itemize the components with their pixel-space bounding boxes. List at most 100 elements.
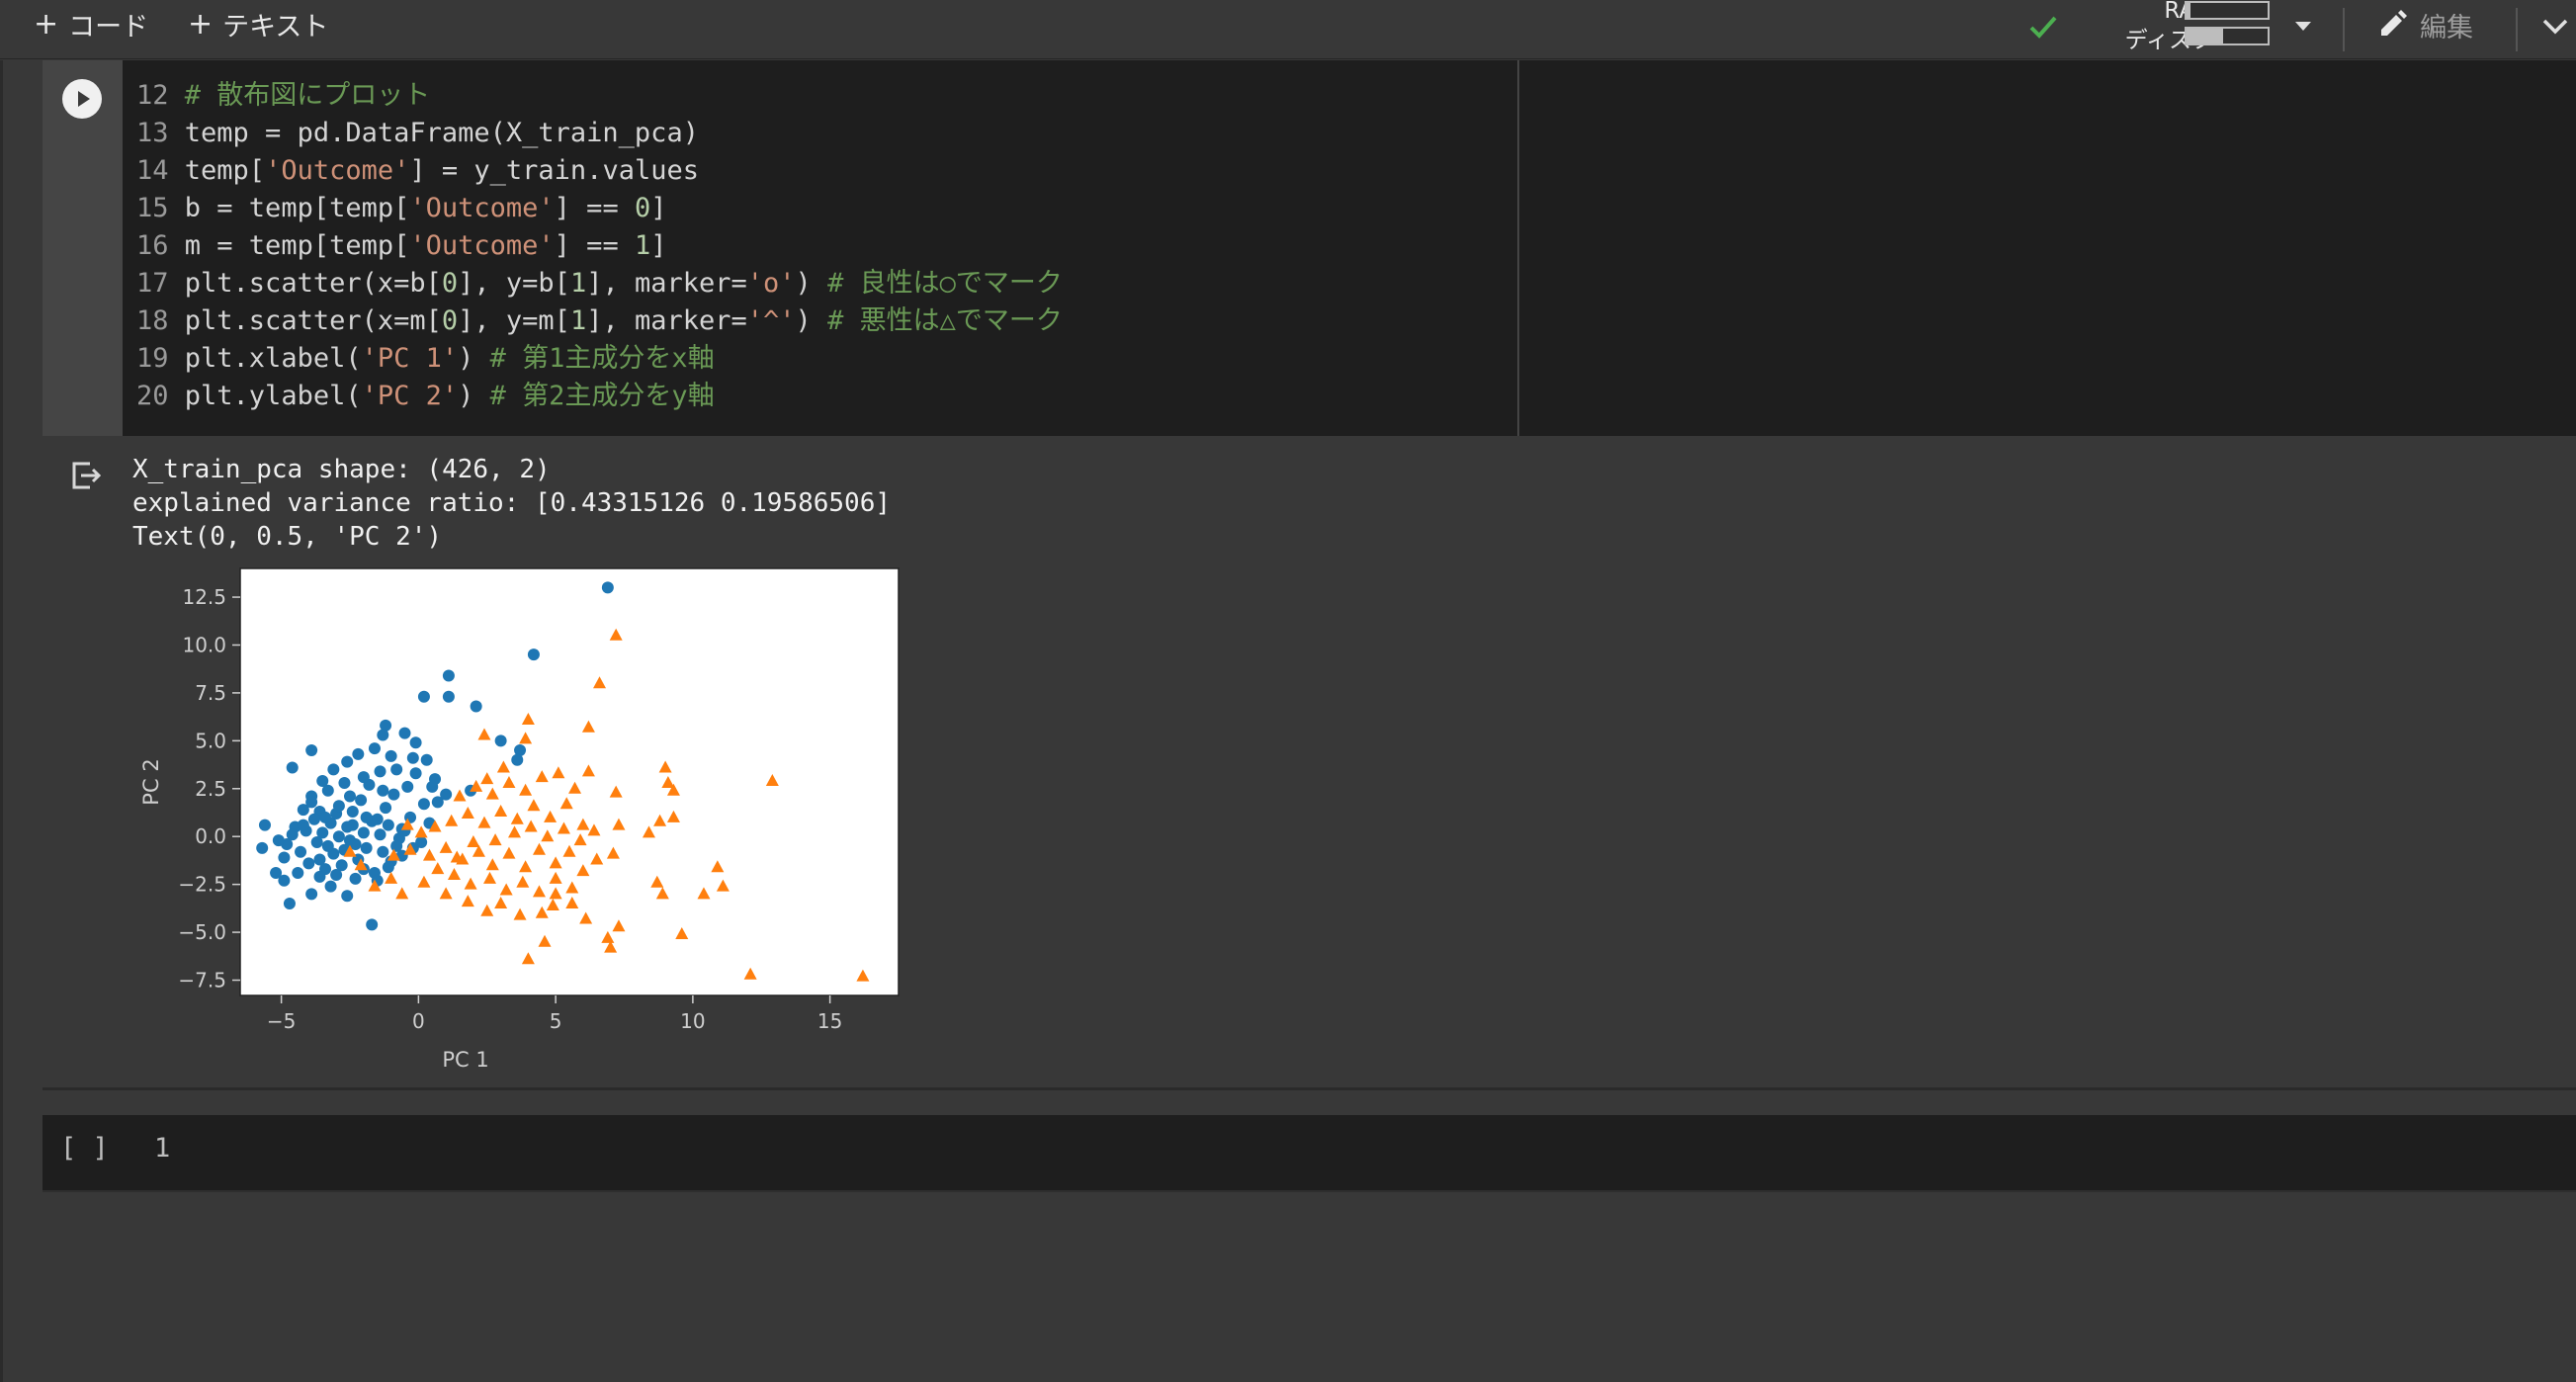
output-redirect-icon[interactable] xyxy=(69,459,103,492)
code-line: 16 m = temp[temp['Outcome'] == 1] xyxy=(136,227,666,265)
scatter-point-circle xyxy=(420,753,433,766)
scatter-point-circle xyxy=(307,813,320,825)
ram-meter-fill xyxy=(2187,3,2191,18)
code-string: 'Outcome' xyxy=(265,155,410,186)
code-comment: # 良性は○でマーク xyxy=(827,268,1063,299)
scatter-point-circle xyxy=(324,880,337,893)
line-number: 12 xyxy=(136,80,169,111)
code-line: 20 plt.ylabel('PC 2') # 第2主成分をy軸 xyxy=(136,378,715,415)
scatter-point-circle xyxy=(470,700,482,713)
code-number: 1 xyxy=(634,230,651,261)
code-line: 17 plt.scatter(x=b[0], y=b[1], marker='o… xyxy=(136,265,1063,302)
scatter-point-circle xyxy=(382,861,394,874)
code-line: 12 # 散布図にプロット xyxy=(136,77,430,115)
scatter-point-circle xyxy=(283,898,296,910)
scatter-point-circle xyxy=(355,794,368,807)
scatter-point-circle xyxy=(278,851,291,864)
x-tick-label: −5 xyxy=(267,1009,296,1033)
x-tick-label: 10 xyxy=(680,1009,705,1033)
y-tick-label: 2.5 xyxy=(195,777,226,801)
scatter-point-circle xyxy=(305,796,318,809)
scatter-point-circle xyxy=(601,581,614,594)
toolbar-divider xyxy=(2343,8,2345,51)
code-text: b = temp[temp[ xyxy=(184,193,410,223)
line-number: 15 xyxy=(136,193,169,223)
scatter-point-circle xyxy=(344,790,356,803)
scatter-point-circle xyxy=(360,811,373,823)
scatter-point-circle xyxy=(316,826,329,839)
scatter-point-circle xyxy=(295,845,307,858)
runtime-status[interactable]: RAM ディスク xyxy=(2026,0,2323,57)
code-line: 19 plt.xlabel('PC 1') # 第1主成分をx軸 xyxy=(136,340,715,378)
chevron-down-icon[interactable] xyxy=(2540,14,2570,38)
edit-label: 編集 xyxy=(2420,12,2473,43)
add-code-label: コード xyxy=(68,11,149,43)
code-text: temp = pd.DataFrame(X_train_pca) xyxy=(184,118,699,148)
scatter-point-circle xyxy=(352,747,365,760)
scatter-point-circle xyxy=(341,755,354,768)
empty-code-cell[interactable]: [ ] 1 xyxy=(43,1115,2576,1190)
pencil-icon xyxy=(2381,10,2407,36)
toolbar-divider xyxy=(2516,8,2518,51)
scatter-point-circle xyxy=(332,830,345,843)
scatter-point-circle xyxy=(330,868,343,881)
scatter-point-circle xyxy=(286,828,299,841)
code-text: plt.scatter(x=m[ xyxy=(184,305,442,336)
scatter-point-circle xyxy=(377,845,389,858)
x-tick-label: 15 xyxy=(817,1009,842,1033)
connected-check-icon xyxy=(2029,16,2057,39)
code-text: ) xyxy=(795,305,828,336)
code-string: 'o' xyxy=(746,268,796,299)
code-text: plt.scatter(x=b[ xyxy=(184,268,442,299)
scatter-point-circle xyxy=(278,874,291,887)
scatter-point-circle xyxy=(327,763,340,776)
scatter-point-circle xyxy=(256,841,269,854)
scatter-point-circle xyxy=(380,802,392,815)
code-number: 0 xyxy=(634,193,651,223)
code-string: 'PC 2' xyxy=(361,381,459,411)
scatter-point-circle xyxy=(338,776,351,789)
scatter-point-circle xyxy=(305,888,318,901)
y-tick-label: −5.0 xyxy=(178,920,226,944)
scatter-point-circle xyxy=(511,753,524,766)
plus-icon: + xyxy=(188,6,214,42)
code-comment: # 第1主成分をx軸 xyxy=(489,343,715,374)
code-string: 'Outcome' xyxy=(409,193,555,223)
edit-mode-button[interactable]: 編集 xyxy=(2376,4,2473,45)
scatter-point-circle xyxy=(316,775,329,788)
add-text-button[interactable]: + テキスト xyxy=(188,6,328,43)
runtime-dropdown-icon[interactable] xyxy=(2291,14,2315,38)
code-comment: # 第2主成分をy軸 xyxy=(489,381,715,411)
code-number: 0 xyxy=(441,305,459,336)
line-number: 14 xyxy=(136,155,169,186)
scatter-point-circle xyxy=(286,761,299,774)
scatter-point-circle xyxy=(313,870,326,883)
plus-icon: + xyxy=(34,6,59,42)
scatter-point-circle xyxy=(417,690,430,703)
output-line: X_train_pca shape: (426, 2) xyxy=(132,455,551,484)
code-text: ) xyxy=(795,268,828,299)
scatter-point-circle xyxy=(357,771,370,784)
scatter-point-circle xyxy=(321,839,334,852)
scatter-point-circle xyxy=(409,767,422,780)
y-tick-label: −2.5 xyxy=(178,873,226,897)
scatter-point-circle xyxy=(382,819,394,831)
cell-divider xyxy=(43,1190,2576,1192)
add-code-button[interactable]: + コード xyxy=(34,6,149,43)
code-text: ] xyxy=(650,230,667,261)
code-text: m = temp[temp[ xyxy=(184,230,410,261)
y-tick-label: 10.0 xyxy=(182,633,226,656)
scatter-point-circle xyxy=(258,819,271,831)
code-text: ) xyxy=(458,343,490,374)
scatter-point-circle xyxy=(431,796,444,809)
code-comment: # 散布図にプロット xyxy=(184,80,431,111)
run-cell-button[interactable] xyxy=(62,79,102,119)
scatter-point-circle xyxy=(417,798,430,811)
code-text: ], y=b[ xyxy=(458,268,570,299)
disk-meter-fill xyxy=(2187,29,2223,43)
code-text: ], y=m[ xyxy=(458,305,570,336)
scatter-point-circle xyxy=(357,826,370,839)
code-line: 13 temp = pd.DataFrame(X_train_pca) xyxy=(136,115,699,152)
scatter-point-circle xyxy=(313,853,326,866)
code-text: ) xyxy=(458,381,490,411)
